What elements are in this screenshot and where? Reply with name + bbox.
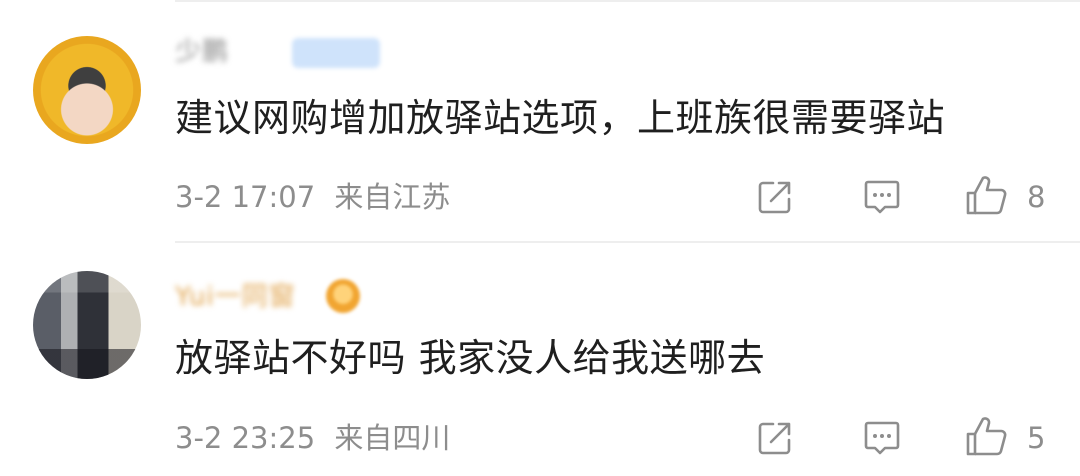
share-button[interactable] (752, 416, 798, 460)
reply-button[interactable] (859, 175, 905, 219)
comment-time: 3-2 17:07 (175, 180, 316, 214)
medal-icon (326, 279, 360, 313)
like-button[interactable] (962, 413, 1010, 461)
comment-text: 放驿站不好吗 我家没人给我送哪去 (175, 336, 766, 380)
share-button[interactable] (752, 175, 798, 219)
share-icon (758, 422, 791, 455)
comment-location: 来自江苏 (334, 180, 451, 214)
share-icon (758, 181, 791, 214)
comment-item: 少鹏 建议网购增加放驿站选项，上班族很需要驿站 3-2 17:07 来自江苏 8 (0, 0, 1080, 240)
comment-meta: 3-2 23:25 来自四川 (175, 420, 450, 456)
username[interactable]: Yui一同窗 (175, 281, 296, 313)
user-badge (292, 38, 380, 68)
comment-meta: 3-2 17:07 来自江苏 (175, 179, 450, 215)
avatar[interactable] (33, 271, 141, 379)
comment-location: 来自四川 (334, 421, 451, 455)
comment-text: 建议网购增加放驿站选项，上班族很需要驿站 (175, 96, 946, 140)
comment-time: 3-2 23:25 (175, 421, 316, 455)
comment-icon (864, 180, 900, 214)
comment-icon (864, 421, 900, 455)
like-button[interactable] (962, 172, 1010, 220)
like-count: 8 (1027, 180, 1046, 214)
avatar[interactable] (33, 36, 141, 144)
like-icon (966, 417, 1007, 456)
reply-button[interactable] (859, 416, 905, 460)
like-count: 5 (1027, 421, 1046, 455)
username[interactable]: 少鹏 (175, 36, 229, 68)
like-icon (966, 176, 1007, 215)
